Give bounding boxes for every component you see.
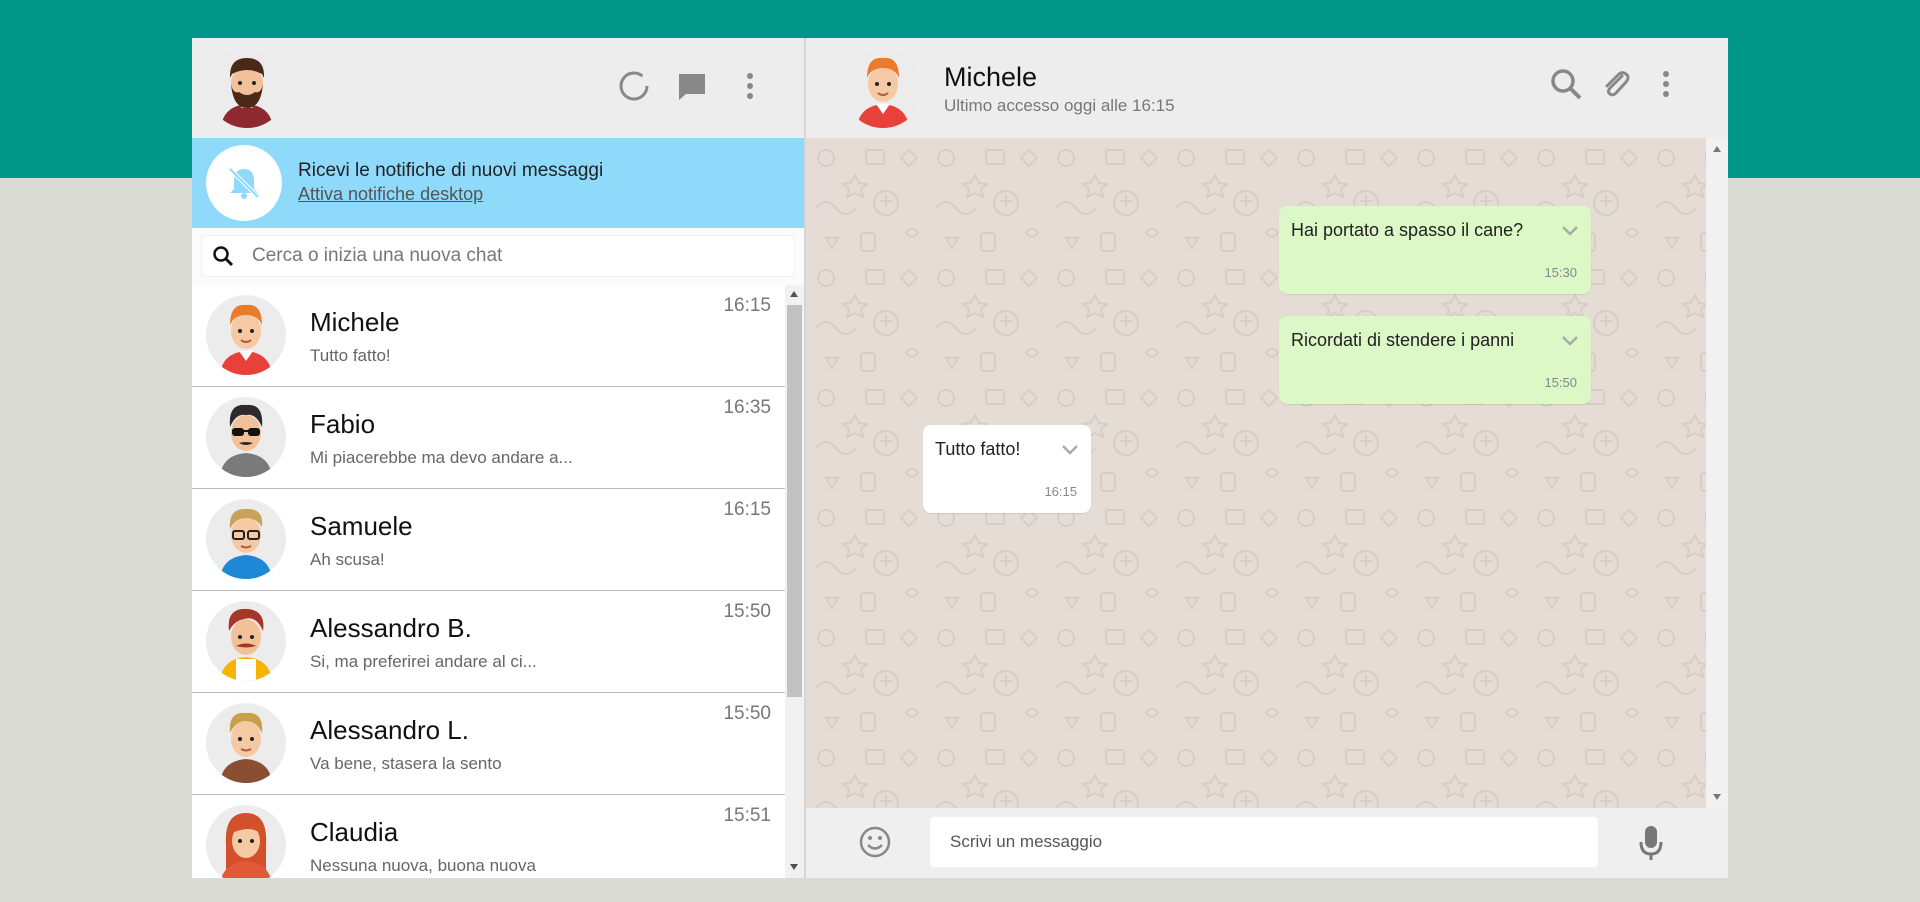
chat-time: 15:50 bbox=[723, 601, 771, 622]
message-time: 16:15 bbox=[1044, 484, 1077, 499]
new-chat-icon[interactable] bbox=[674, 68, 710, 104]
my-avatar[interactable] bbox=[207, 48, 287, 128]
notification-banner: Ricevi le notifiche di nuovi messaggi At… bbox=[192, 138, 804, 228]
message-area: Hai portato a spasso il cane? 15:30 Rico… bbox=[806, 138, 1706, 808]
message-bubble-sent[interactable]: Hai portato a spasso il cane? 15:30 bbox=[1279, 206, 1591, 294]
message-bubble-received[interactable]: Tutto fatto! 16:15 bbox=[923, 425, 1091, 513]
attach-icon[interactable] bbox=[1598, 66, 1634, 102]
avatar bbox=[206, 703, 286, 783]
left-header-icons bbox=[616, 68, 768, 104]
chat-time: 15:51 bbox=[723, 805, 771, 826]
chat-list-item-claudia[interactable]: Claudia Nessuna nuova, buona nuova 15:51 bbox=[192, 795, 785, 878]
chat-last-message: Mi piacerebbe ma devo andare a... bbox=[310, 448, 573, 467]
avatar bbox=[206, 499, 286, 579]
left-header bbox=[192, 38, 804, 138]
chat-list: Michele Tutto fatto! 16:15 Fabio Mi piac… bbox=[192, 285, 785, 878]
chat-time: 16:15 bbox=[723, 295, 771, 316]
status-icon[interactable] bbox=[616, 68, 652, 104]
chat-last-message: Tutto fatto! bbox=[310, 346, 391, 365]
chevron-down-icon[interactable] bbox=[1561, 224, 1579, 242]
enable-notifications-link[interactable]: Attiva notifiche desktop bbox=[298, 184, 483, 205]
message-bubble-sent[interactable]: Ricordati di stendere i panni 15:50 bbox=[1279, 316, 1591, 404]
chat-time: 16:35 bbox=[723, 397, 771, 418]
menu-icon[interactable] bbox=[1648, 66, 1684, 102]
contact-avatar[interactable] bbox=[843, 48, 923, 128]
chat-list-item-samuele[interactable]: Samuele Ah scusa! 16:15 bbox=[192, 489, 785, 591]
scroll-down-icon[interactable] bbox=[790, 864, 798, 870]
message-text: Hai portato a spasso il cane? bbox=[1291, 220, 1524, 240]
conversation-header: Michele Ultimo accesso oggi alle 16:15 bbox=[806, 38, 1728, 138]
chat-list-item-michele[interactable]: Michele Tutto fatto! 16:15 bbox=[192, 285, 785, 387]
chat-last-message: Nessuna nuova, buona nuova bbox=[310, 856, 536, 875]
chat-name: Alessandro B. bbox=[310, 613, 472, 643]
search-box bbox=[202, 236, 794, 276]
contact-name: Michele bbox=[944, 62, 1038, 92]
chat-name: Samuele bbox=[310, 511, 413, 541]
message-time: 15:50 bbox=[1544, 375, 1577, 390]
chat-time: 16:15 bbox=[723, 499, 771, 520]
conversation-panel: Michele Ultimo accesso oggi alle 16:15 H… bbox=[806, 38, 1728, 878]
notification-title: Ricevi le notifiche di nuovi messaggi bbox=[298, 160, 604, 181]
avatar bbox=[206, 397, 286, 477]
search-icon bbox=[212, 245, 234, 267]
message-time: 15:30 bbox=[1544, 265, 1577, 280]
search-icon[interactable] bbox=[1548, 66, 1584, 102]
avatar bbox=[206, 601, 286, 681]
chat-time: 15:50 bbox=[723, 703, 771, 724]
microphone-icon[interactable] bbox=[1638, 824, 1664, 867]
scroll-up-icon[interactable] bbox=[1713, 146, 1721, 152]
chat-last-message: Si, ma preferirei andare al ci... bbox=[310, 652, 537, 671]
chevron-down-icon[interactable] bbox=[1061, 443, 1079, 461]
chat-app-window: Ricevi le notifiche di nuovi messaggi At… bbox=[192, 38, 1728, 878]
chat-name: Fabio bbox=[310, 409, 376, 439]
conversation-header-icons bbox=[1548, 66, 1684, 102]
chat-last-message: Ah scusa! bbox=[310, 550, 385, 569]
scroll-up-icon[interactable] bbox=[790, 291, 798, 297]
chat-list-item-alessandro-b[interactable]: Alessandro B. Si, ma preferirei andare a… bbox=[192, 591, 785, 693]
emoji-icon[interactable] bbox=[858, 825, 892, 864]
avatar bbox=[206, 295, 286, 375]
chevron-down-icon[interactable] bbox=[1561, 334, 1579, 352]
search-bar bbox=[192, 228, 804, 286]
message-text: Tutto fatto! bbox=[935, 439, 1021, 459]
composer-bar bbox=[806, 808, 1728, 878]
bell-off-icon bbox=[206, 145, 282, 221]
scrollbar-thumb[interactable] bbox=[787, 305, 802, 697]
chat-last-message: Va bene, stasera la sento bbox=[310, 754, 502, 773]
message-area-scrollbar[interactable] bbox=[1706, 138, 1728, 808]
avatar bbox=[206, 805, 286, 878]
contact-status: Ultimo accesso oggi alle 16:15 bbox=[944, 96, 1175, 115]
chat-list-item-fabio[interactable]: Fabio Mi piacerebbe ma devo andare a... … bbox=[192, 387, 785, 489]
left-panel: Ricevi le notifiche di nuovi messaggi At… bbox=[192, 38, 806, 878]
search-input[interactable] bbox=[250, 244, 774, 268]
chat-list-item-alessandro-l[interactable]: Alessandro L. Va bene, stasera la sento … bbox=[192, 693, 785, 795]
message-input[interactable] bbox=[930, 817, 1598, 867]
menu-icon[interactable] bbox=[732, 68, 768, 104]
chat-name: Claudia bbox=[310, 817, 399, 847]
chat-list-scrollbar[interactable] bbox=[785, 285, 804, 878]
message-text: Ricordati di stendere i panni bbox=[1291, 330, 1515, 350]
scroll-down-icon[interactable] bbox=[1713, 794, 1721, 800]
chat-name: Alessandro L. bbox=[310, 715, 469, 745]
chat-name: Michele bbox=[310, 307, 400, 337]
